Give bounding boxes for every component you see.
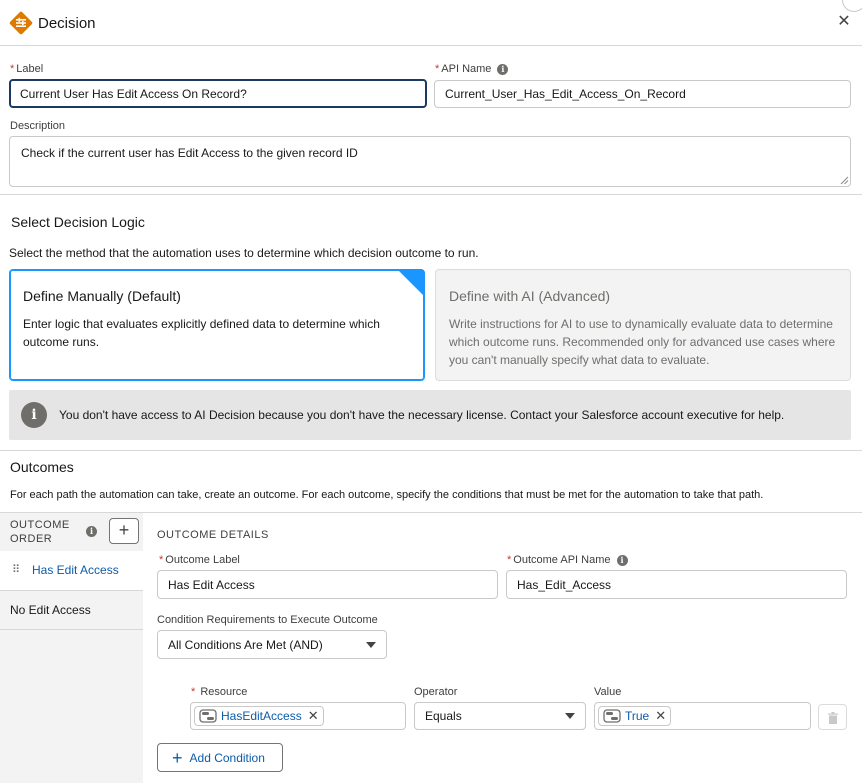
define-manually-body: Enter logic that evaluates explicitly de… bbox=[23, 317, 380, 349]
condition-requirements-select[interactable]: All Conditions Are Met (AND) bbox=[157, 630, 387, 659]
chevron-down-icon bbox=[366, 641, 376, 648]
decision-logic-title: Select Decision Logic bbox=[11, 214, 145, 230]
close-icon[interactable]: ✕ bbox=[834, 12, 854, 32]
modal-header: Decision ✕ bbox=[0, 0, 862, 46]
modal-title: Decision bbox=[38, 15, 96, 32]
drag-handle-icon[interactable]: ⠿ bbox=[12, 563, 20, 576]
add-condition-button[interactable]: + Add Condition bbox=[157, 743, 283, 772]
outcome-details-header: OUTCOME DETAILS bbox=[157, 529, 269, 541]
delete-condition-button[interactable] bbox=[818, 704, 847, 730]
api-name-input[interactable]: Current_User_Has_Edit_Access_On_Record bbox=[434, 80, 851, 108]
info-icon[interactable]: i bbox=[616, 554, 628, 566]
description-label: Description bbox=[10, 120, 66, 132]
define-with-ai-body: Write instructions for AI to use to dyna… bbox=[449, 317, 836, 367]
outcome-order-sidebar: OUTCOME ORDER i + ⠿ Has Edit Access No E… bbox=[0, 513, 143, 783]
value-label: Value bbox=[594, 686, 622, 698]
condition-requirements-label: Condition Requirements to Execute Outcom… bbox=[157, 614, 378, 626]
selected-corner-indicator bbox=[398, 270, 424, 296]
operator-select[interactable]: Equals bbox=[414, 702, 586, 730]
decision-logic-help: Select the method that the automation us… bbox=[9, 246, 479, 260]
license-alert: i You don't have access to AI Decision b… bbox=[9, 390, 851, 440]
define-with-ai-card: Define with AI (Advanced) Write instruct… bbox=[435, 269, 851, 381]
outcome-api-name-input[interactable]: Has_Edit_Access bbox=[506, 570, 847, 599]
label-field-label: * Label bbox=[10, 63, 44, 75]
info-icon[interactable]: i bbox=[497, 63, 509, 75]
outcome-item-has-edit-access[interactable]: ⠿ Has Edit Access bbox=[0, 551, 143, 591]
divider bbox=[0, 450, 862, 451]
outcome-panel: OUTCOME ORDER i + ⠿ Has Edit Access No E… bbox=[0, 512, 862, 783]
divider bbox=[0, 194, 862, 195]
toggle-icon bbox=[199, 709, 217, 723]
outcome-label-field-label: * Outcome Label bbox=[159, 554, 240, 566]
define-with-ai-title: Define with AI (Advanced) bbox=[449, 288, 611, 304]
value-pill[interactable]: True ✕ bbox=[598, 706, 672, 726]
resource-combobox[interactable]: HasEditAccess ✕ bbox=[190, 702, 406, 730]
operator-label: Operator bbox=[414, 686, 458, 698]
toggle-icon bbox=[603, 709, 621, 723]
license-alert-text: You don't have access to AI Decision bec… bbox=[59, 408, 785, 422]
outcome-order-header: OUTCOME ORDER bbox=[10, 519, 70, 545]
outcomes-help: For each path the automation can take, c… bbox=[10, 489, 764, 501]
outcome-item-no-edit-access[interactable]: No Edit Access bbox=[0, 591, 143, 630]
info-icon[interactable]: i bbox=[86, 526, 97, 537]
define-manually-card[interactable]: Define Manually (Default) Enter logic th… bbox=[9, 269, 425, 381]
plus-icon: + bbox=[172, 747, 183, 768]
info-icon: i bbox=[21, 402, 47, 428]
description-textarea[interactable]: Check if the current user has Edit Acces… bbox=[9, 136, 851, 187]
outcome-label-input[interactable]: Has Edit Access bbox=[157, 570, 498, 599]
remove-icon[interactable]: ✕ bbox=[655, 708, 666, 724]
remove-icon[interactable]: ✕ bbox=[308, 708, 319, 724]
add-outcome-button[interactable]: + bbox=[109, 518, 139, 544]
outcomes-title: Outcomes bbox=[10, 459, 74, 475]
value-combobox[interactable]: True ✕ bbox=[594, 702, 811, 730]
api-name-field-label: * API Name i bbox=[435, 63, 509, 75]
resize-grip-icon[interactable] bbox=[840, 176, 849, 185]
chevron-down-icon bbox=[565, 713, 575, 719]
trash-icon bbox=[827, 712, 838, 724]
label-input[interactable]: Current User Has Edit Access On Record? bbox=[9, 79, 427, 108]
resource-pill[interactable]: HasEditAccess ✕ bbox=[194, 706, 324, 726]
decision-icon bbox=[9, 11, 33, 35]
define-manually-title: Define Manually (Default) bbox=[23, 288, 181, 304]
resource-label: * Resource bbox=[191, 686, 248, 698]
outcome-api-name-field-label: * Outcome API Name i bbox=[507, 554, 628, 566]
